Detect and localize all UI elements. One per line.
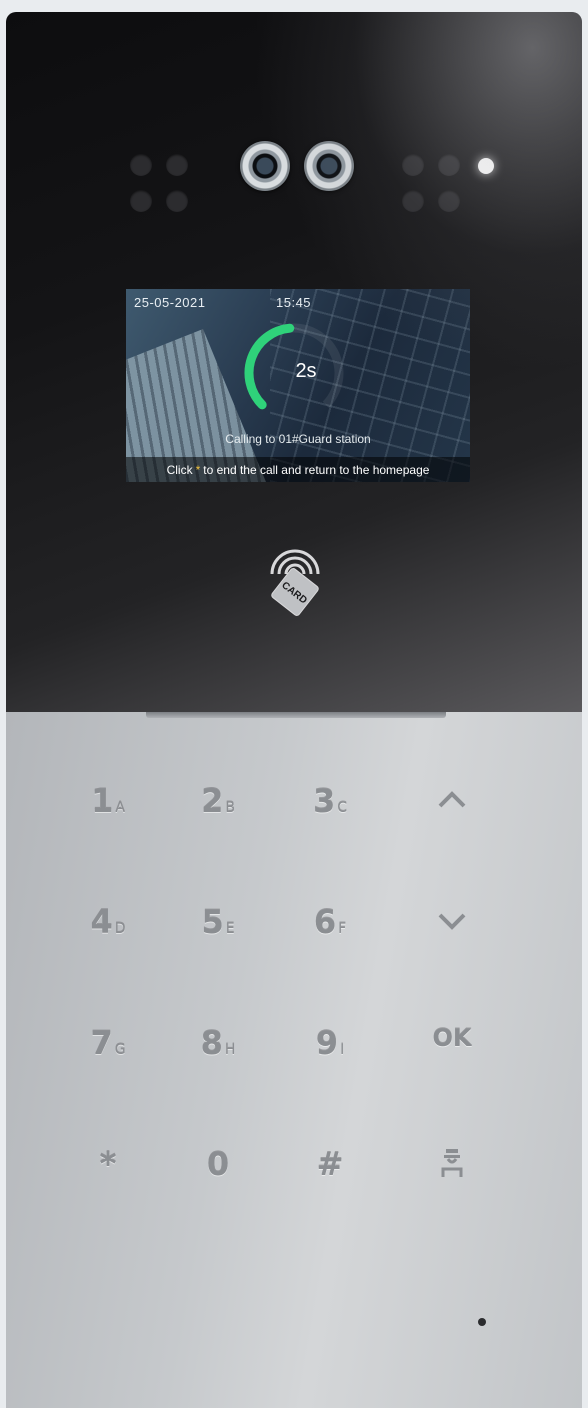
key-letter: A: [115, 800, 125, 816]
keypad-key-chevron-down[interactable]: [412, 903, 492, 953]
camera-lens-left: [240, 141, 290, 191]
key-letter: B: [225, 800, 235, 816]
indicator-dot: [402, 190, 424, 212]
key-letter: G: [114, 1042, 126, 1058]
key-letter: C: [337, 800, 348, 816]
keypad-key-8[interactable]: 8H: [178, 1024, 258, 1074]
indicator-dot: [130, 154, 152, 176]
key-number: 6: [313, 903, 337, 941]
key-letter: I: [340, 1042, 345, 1058]
microphone-hole: [478, 1318, 486, 1326]
keypad-key-#[interactable]: #: [290, 1145, 370, 1195]
screen-date: 25-05-2021: [134, 295, 206, 310]
top-panel: 25-05-2021 15:45 2s Calling to 01#Guard …: [6, 12, 582, 712]
key-letter: H: [224, 1042, 236, 1058]
nfc-card-icon[interactable]: CARD: [258, 524, 332, 620]
key-number: 7: [90, 1024, 113, 1062]
keypad-key-1[interactable]: 1A: [68, 782, 148, 832]
indicator-dot: [166, 154, 188, 176]
keypad-key-7[interactable]: 7G: [68, 1024, 148, 1074]
screen-time: 15:45: [276, 295, 312, 310]
keypad-key-3[interactable]: 3C: [290, 782, 370, 832]
display-screen: 25-05-2021 15:45 2s Calling to 01#Guard …: [126, 289, 470, 482]
keypad-key-4[interactable]: 4D: [68, 903, 148, 953]
keypad-key-guard[interactable]: [412, 1145, 492, 1195]
key-number: 0: [206, 1145, 230, 1183]
calling-status-text: Calling to 01#Guard station: [225, 432, 371, 446]
keypad-key-OK[interactable]: OK: [412, 1024, 492, 1074]
hint-suffix: to end the call and return to the homepa…: [203, 462, 430, 477]
indicator-dot: [438, 154, 460, 176]
key-letter: F: [338, 921, 347, 937]
key-number: OK: [432, 1024, 472, 1052]
status-led: [478, 158, 494, 174]
key-number: 3: [312, 782, 336, 820]
indicator-dot: [402, 154, 424, 176]
indicator-dot: [166, 190, 188, 212]
keypad-key-chevron-up[interactable]: [412, 782, 492, 832]
key-number: 1: [91, 782, 114, 820]
call-countdown: 2s: [295, 360, 317, 382]
key-letter: D: [114, 921, 126, 937]
key-number: 4: [90, 903, 113, 941]
door-station-device: 25-05-2021 15:45 2s Calling to 01#Guard …: [6, 12, 582, 1408]
panel-divider: [146, 712, 446, 718]
hint-bar: Click * to end the call and return to th…: [126, 457, 470, 482]
key-number: #: [316, 1145, 344, 1183]
indicator-dot: [438, 190, 460, 212]
key-number: *: [99, 1145, 117, 1183]
key-number: 2: [201, 782, 224, 820]
keypad-key-0[interactable]: 0: [178, 1145, 258, 1195]
key-number: 8: [200, 1024, 223, 1062]
key-letter: E: [225, 921, 235, 937]
keypad-key-2[interactable]: 2B: [178, 782, 258, 832]
key-number: 9: [315, 1024, 339, 1062]
keypad-key-*[interactable]: *: [68, 1145, 148, 1195]
keypad-key-5[interactable]: 5E: [178, 903, 258, 953]
chevron-down-icon: [434, 903, 470, 943]
indicator-dot: [130, 190, 152, 212]
hint-prefix: Click: [166, 462, 193, 477]
keypad-key-6[interactable]: 6F: [290, 903, 370, 953]
hint-star: *: [195, 462, 201, 477]
camera-lens-right: [304, 141, 354, 191]
guard-icon: [434, 1145, 470, 1185]
keypad-key-9[interactable]: 9I: [290, 1024, 370, 1074]
chevron-up-icon: [434, 782, 470, 822]
key-number: 5: [201, 903, 224, 941]
